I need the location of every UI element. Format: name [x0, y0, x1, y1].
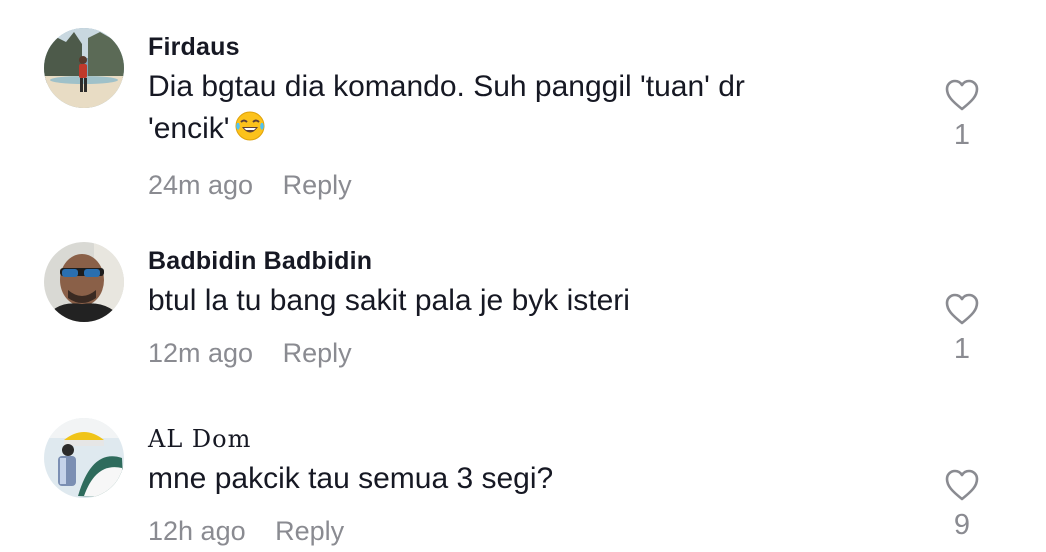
reply-button[interactable]: Reply [275, 516, 344, 546]
comment-timestamp: 12h ago [148, 516, 246, 546]
comment-meta: 24m ago Reply [148, 170, 916, 201]
like-count: 9 [953, 509, 971, 541]
heart-outline-icon[interactable] [944, 78, 980, 112]
like-control: 1 [930, 292, 994, 364]
comment-text: mne pakcik tau semua 3 segi? [148, 462, 554, 495]
comment-meta: 12m ago Reply [148, 338, 916, 369]
like-control: 9 [930, 468, 994, 540]
reply-button[interactable]: Reply [283, 338, 352, 368]
avatar[interactable] [44, 28, 124, 108]
comment-timestamp: 12m ago [148, 338, 254, 368]
comment-text: btul la tu bang sakit pala je byk isteri [148, 284, 630, 317]
heart-outline-icon[interactable] [944, 468, 980, 502]
avatar[interactable] [44, 242, 124, 322]
laughing-emoji-icon [234, 110, 266, 154]
comment-username[interactable]: Badbidin Badbidin [148, 246, 916, 276]
reply-button[interactable]: Reply [283, 170, 352, 200]
comment-timestamp: 24m ago [148, 170, 254, 200]
like-count: 1 [953, 333, 971, 365]
avatar[interactable] [44, 418, 124, 498]
like-count: 1 [953, 119, 971, 151]
comment-username[interactable]: AL Dom [148, 424, 916, 454]
like-control: 1 [930, 78, 994, 150]
comment-meta: 12h ago Reply [148, 516, 916, 547]
comment-username[interactable]: Firdaus [148, 32, 916, 62]
heart-outline-icon[interactable] [944, 292, 980, 326]
comment-text: Dia bgtau dia komando. Suh panggil 'tuan… [148, 66, 828, 154]
